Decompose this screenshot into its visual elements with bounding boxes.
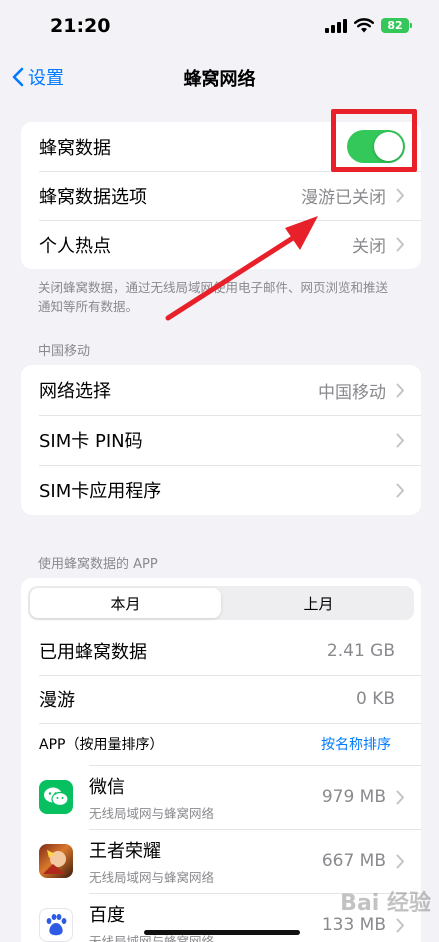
app-list-header: APP（按用量排序） [39,737,164,753]
status-icons: 82 [325,18,412,33]
chevron-right-icon [396,854,404,868]
chevron-right-icon [396,188,404,203]
sim-apps-row[interactable]: SIM卡应用程序 [21,465,421,515]
chevron-right-icon [396,918,404,932]
page-title: 蜂窝网络 [183,69,256,90]
app-list-header-row: APP（按用量排序） 按名称排序 [21,723,421,765]
nav-bar: 设置 蜂窝网络 [0,56,439,100]
period-segmented-control: 本月 上月 [28,586,414,620]
chevron-right-icon [396,790,404,804]
personal-hotspot-row[interactable]: 个人热点 关闭 [21,220,421,269]
game-icon [39,844,73,878]
wifi-icon [354,18,374,33]
roaming-row: 漫游 0 KB [21,675,421,723]
app-network: 无线局域网与蜂窝网络 [89,869,215,885]
watermark: Bai 经验 [340,891,431,916]
battery-icon: 82 [381,18,412,33]
app-name: 王者荣耀 [89,840,161,862]
app-row-wechat[interactable]: 微信 无线局域网与蜂窝网络 979 MB [21,765,421,829]
app-network: 无线局域网与蜂窝网络 [89,805,215,821]
sort-by-name-link[interactable]: 按名称排序 [321,734,391,754]
app-usage: 667 MB [321,851,386,871]
app-usage: 133 MB [321,915,386,935]
status-time: 21:20 [50,15,111,37]
battery-level: 82 [387,19,403,32]
network-selection-label: 网络选择 [39,381,111,402]
tab-last-month[interactable]: 上月 [223,586,414,620]
wechat-icon [39,780,73,814]
used-data-value: 2.41 GB [326,641,395,661]
sim-pin-label: SIM卡 PIN码 [39,431,143,452]
roaming-value: 0 KB [355,689,395,709]
chevron-right-icon [396,383,404,397]
carrier-header: 中国移动 [38,344,91,359]
cellular-signal-icon [325,18,347,33]
chevron-right-icon [396,433,404,447]
highlight-box [331,109,417,172]
app-name: 微信 [89,776,125,798]
sim-apps-label: SIM卡应用程序 [39,481,162,502]
usage-header: 使用蜂窝数据的 APP [38,557,158,572]
cellular-options-label: 蜂窝数据选项 [39,186,147,208]
cellular-options-value: 漫游已关闭 [301,188,386,208]
tab-this-month[interactable]: 本月 [30,588,221,618]
network-selection-row[interactable]: 网络选择 中国移动 [21,365,421,415]
used-data-label: 已用蜂窝数据 [39,642,147,663]
status-bar: 21:20 82 [0,0,439,56]
baidu-icon [39,908,73,942]
sim-pin-row[interactable]: SIM卡 PIN码 [21,415,421,465]
app-text: 百度 无线局域网与蜂窝网络 [89,901,322,942]
app-text: 微信 无线局域网与蜂窝网络 [89,773,322,822]
used-data-row: 已用蜂窝数据 2.41 GB [21,627,421,675]
personal-hotspot-label: 个人热点 [39,235,111,257]
chevron-right-icon [396,483,404,497]
personal-hotspot-value: 关闭 [352,237,386,257]
app-name: 百度 [89,904,125,926]
cellular-data-label: 蜂窝数据 [39,137,111,159]
app-row-honor-of-kings[interactable]: 王者荣耀 无线局域网与蜂窝网络 667 MB [21,829,421,893]
app-text: 王者荣耀 无线局域网与蜂窝网络 [89,837,322,886]
cellular-footnote: 关闭蜂窝数据，通过无线局域网使用电子邮件、网页浏览和推送通知等所有数据。 [38,280,389,314]
cellular-options-row[interactable]: 蜂窝数据选项 漫游已关闭 [21,171,421,220]
home-indicator[interactable] [144,930,300,935]
chevron-right-icon [396,237,404,252]
network-selection-value: 中国移动 [318,382,386,403]
carrier-group: 网络选择 中国移动 SIM卡 PIN码 SIM卡应用程序 [21,365,421,515]
roaming-label: 漫游 [39,690,75,711]
app-usage: 979 MB [321,787,386,807]
